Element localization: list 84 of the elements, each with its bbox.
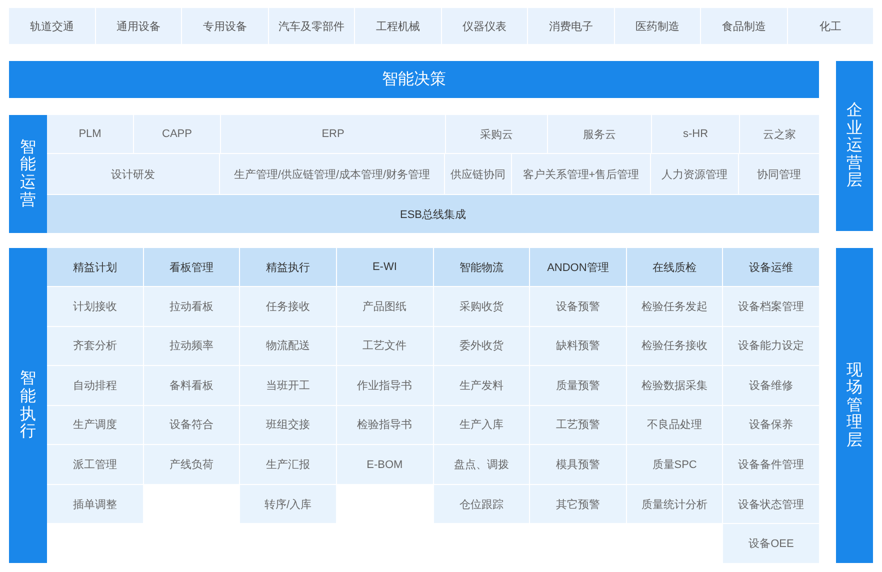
module-item: 质量预警 <box>530 366 626 405</box>
function-item: 协同管理 <box>739 154 819 194</box>
module-item: 设备档案管理 <box>723 287 819 326</box>
module-item: 工艺文件 <box>336 326 432 366</box>
module-item: 检验指导书 <box>336 406 432 444</box>
module-header: 设备运维 <box>723 248 819 286</box>
system-item: PLM <box>47 115 133 153</box>
industry-item: 通用设备 <box>96 8 181 44</box>
module-item: E-BOM <box>336 445 432 484</box>
module-item: 当班开工 <box>240 366 336 405</box>
module-item: 拉动频率 <box>144 326 240 366</box>
module-item: 拉动看板 <box>144 287 240 326</box>
module-item: 插单调整 <box>47 484 143 524</box>
module-item: 不良品处理 <box>626 406 722 444</box>
module-item: 计划接收 <box>47 287 143 326</box>
module-header: 智能物流 <box>434 248 530 286</box>
industry-item: 消费电子 <box>528 8 614 44</box>
layer-label-text: 智能执行 <box>20 370 36 441</box>
module-item: 工艺预警 <box>530 406 626 444</box>
system-item: 服务云 <box>548 115 651 153</box>
module-item: 生产发料 <box>434 366 530 405</box>
module-header: 在线质检 <box>626 248 722 286</box>
layer-label-text: 智能运营 <box>20 138 36 210</box>
module-item: 其它预警 <box>530 484 626 524</box>
module-header: 精益计划 <box>47 248 143 286</box>
system-item: s-HR <box>652 115 739 153</box>
module-item: 设备备件管理 <box>723 445 819 484</box>
module-item: 设备符合 <box>144 406 240 444</box>
module-item: 设备OEE <box>723 524 819 563</box>
module-header: 精益执行 <box>240 248 336 286</box>
module-item: 检验任务接收 <box>626 326 722 366</box>
decision-banner: 智能决策 <box>9 61 819 98</box>
function-item: 供应链协同 <box>445 154 511 194</box>
industry-item: 专用设备 <box>182 8 268 44</box>
function-item: 人力资源管理 <box>651 154 738 194</box>
module-item: 备料看板 <box>144 366 240 405</box>
module-item: 班组交接 <box>240 406 336 444</box>
system-item: CAPP <box>134 115 220 153</box>
bus-bar: ESB总线集成 <box>47 195 819 233</box>
module-item: 模具预警 <box>530 445 626 484</box>
module-item: 生产调度 <box>47 406 143 444</box>
function-item: 生产管理/供应链管理/成本管理/财务管理 <box>220 154 444 194</box>
industry-item: 汽车及零部件 <box>268 8 354 44</box>
module-item: 设备维修 <box>723 366 819 405</box>
module-item: 派工管理 <box>47 445 143 484</box>
module-header: E-WI <box>336 248 432 286</box>
function-item: 客户关系管理+售后管理 <box>512 154 650 194</box>
module-item: 仓位跟踪 <box>434 484 530 524</box>
layer-label-text: 现场管理层 <box>846 362 862 450</box>
module-item: 检验任务发起 <box>626 287 722 326</box>
function-item: 设计研发 <box>47 154 219 194</box>
module-item: 设备状态管理 <box>723 484 819 524</box>
module-item: 自动排程 <box>47 366 143 405</box>
system-item: ERP <box>221 115 445 153</box>
industry-item: 食品制造 <box>701 8 786 44</box>
module-item: 生产入库 <box>434 406 530 444</box>
module-item: 作业指导书 <box>336 366 432 405</box>
module-item: 设备预警 <box>530 287 626 326</box>
industry-item: 化工 <box>788 8 873 44</box>
module-item: 任务接收 <box>240 287 336 326</box>
module-item: 检验数据采集 <box>626 366 722 405</box>
module-item: 设备保养 <box>723 406 819 444</box>
module-item: 齐套分析 <box>47 326 143 366</box>
system-item: 云之家 <box>740 115 819 153</box>
module-item: 采购收货 <box>434 287 530 326</box>
module-item: 质量SPC <box>626 445 722 484</box>
module-item: 缺料预警 <box>530 326 626 366</box>
module-item: 质量统计分析 <box>626 484 722 524</box>
module-header: ANDON管理 <box>530 248 626 286</box>
module-item: 盘点、调拨 <box>434 445 530 484</box>
industry-item: 工程机械 <box>355 8 440 44</box>
module-item: 物流配送 <box>240 326 336 366</box>
module-item: 产线负荷 <box>144 445 240 484</box>
module-item: 产品图纸 <box>336 287 432 326</box>
module-item: 转序/入库 <box>240 484 336 524</box>
module-item: 设备能力设定 <box>723 326 819 366</box>
industry-item: 轨道交通 <box>9 8 94 44</box>
industry-item: 仪器仪表 <box>442 8 527 44</box>
system-item: 采购云 <box>446 115 547 153</box>
industry-item: 医药制造 <box>614 8 700 44</box>
module-item: 委外收货 <box>434 326 530 366</box>
module-item: 生产汇报 <box>240 445 336 484</box>
layer-label-text: 企业运营层 <box>846 102 862 190</box>
module-header: 看板管理 <box>144 248 240 286</box>
